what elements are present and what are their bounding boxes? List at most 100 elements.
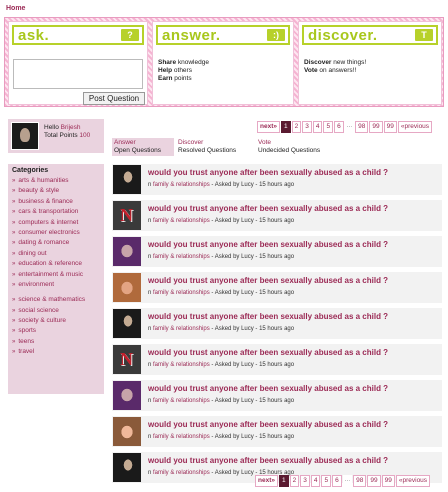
asker-avatar[interactable] (113, 165, 141, 194)
pager-previous-link[interactable]: «previous (395, 475, 431, 487)
question-title-link[interactable]: would you trust anyone after been sexual… (148, 384, 388, 393)
asker-avatar[interactable] (113, 237, 141, 266)
pager-page-link[interactable]: 5 (323, 121, 334, 133)
category-link[interactable]: dining out (12, 249, 104, 259)
question-meta: n family & relationships - Asked by Lucy… (148, 290, 294, 296)
category-link[interactable]: entertainment & music (12, 270, 104, 280)
question-title-link[interactable]: would you trust anyone after been sexual… (148, 456, 388, 465)
question-row: would you trust anyone after been sexual… (112, 164, 442, 195)
category-link[interactable]: arts & humanities (12, 176, 104, 186)
category-link[interactable]: family & relationships (153, 398, 210, 404)
smile-icon: :) (267, 29, 285, 41)
asked-by-text: - Asked by Lucy - 15 hours ago (209, 398, 295, 404)
asker-avatar[interactable] (113, 273, 141, 302)
meta-prefix: n (148, 254, 152, 260)
pager-page-link[interactable]: 2 (291, 121, 302, 133)
category-link[interactable]: science & mathematics (12, 295, 104, 305)
pager-next-link[interactable]: next» (257, 121, 280, 133)
pagination-top: next» 1 2 3 4 5 6... 98 99 99 «previous (257, 121, 433, 133)
asker-avatar[interactable] (113, 381, 141, 410)
pager-page-link[interactable]: 4 (310, 475, 321, 487)
asker-avatar[interactable] (113, 417, 141, 446)
pager-page-link[interactable]: 2 (289, 475, 300, 487)
ask-panel: ask. ? Post Question (8, 21, 148, 105)
question-row: would you trust anyone after been sexual… (112, 416, 442, 447)
category-link[interactable]: family & relationships (153, 362, 210, 368)
pager-page-link[interactable]: 1 (278, 475, 289, 487)
asked-by-text: - Asked by Lucy - 15 hours ago (209, 326, 295, 332)
category-link[interactable]: beauty & style (12, 186, 104, 196)
category-link[interactable]: teens (12, 337, 104, 347)
tab-vote[interactable]: Vote Undecided Questions (256, 138, 340, 156)
pager-page-link[interactable]: 1 (280, 121, 291, 133)
question-meta: n family & relationships - Asked by Lucy… (148, 182, 294, 188)
question-meta: n family & relationships - Asked by Lucy… (148, 434, 294, 440)
category-link[interactable]: family & relationships (153, 254, 210, 260)
question-title-link[interactable]: would you trust anyone after been sexual… (148, 420, 388, 429)
category-link[interactable]: dating & romance (12, 238, 104, 248)
pager-page-link[interactable]: 3 (300, 475, 310, 487)
category-link[interactable]: social science (12, 306, 104, 316)
question-title-link[interactable]: would you trust anyone after been sexual… (148, 312, 388, 321)
question-title-link[interactable]: would you trust anyone after been sexual… (148, 204, 388, 213)
pager-page-link[interactable]: 99 (381, 475, 395, 487)
pager-page-link[interactable]: 6 (334, 121, 344, 133)
pager-page-link[interactable]: 4 (312, 121, 323, 133)
category-link[interactable]: travel (12, 347, 104, 357)
category-link[interactable]: family & relationships (153, 218, 210, 224)
category-link[interactable]: family & relationships (153, 326, 210, 332)
pager-page-link[interactable]: 98 (353, 475, 367, 487)
pager-page-link[interactable]: 5 (321, 475, 332, 487)
asker-avatar[interactable] (113, 453, 141, 482)
asked-by-text: - Asked by Lucy - 15 hours ago (209, 254, 295, 260)
question-icon: ? (121, 29, 139, 41)
pager-page-link[interactable]: 99 (369, 121, 383, 133)
category-link[interactable]: computers & internet (12, 218, 104, 228)
post-question-button[interactable]: Post Question (83, 92, 145, 105)
question-title-link[interactable]: would you trust anyone after been sexual… (148, 168, 388, 177)
asked-by-text: - Asked by Lucy - 15 hours ago (209, 434, 295, 440)
asker-avatar[interactable] (113, 309, 141, 338)
tab-answer[interactable]: Answer Open Questions (112, 138, 174, 156)
category-link[interactable]: family & relationships (153, 470, 210, 476)
pager-page-link[interactable]: 99 (383, 121, 397, 133)
category-link[interactable]: family & relationships (153, 434, 210, 440)
pager-next-link[interactable]: next» (255, 475, 278, 487)
category-link[interactable]: family & relationships (153, 290, 210, 296)
category-link[interactable]: society & culture (12, 316, 104, 326)
question-title-link[interactable]: would you trust anyone after been sexual… (148, 348, 388, 357)
category-link[interactable]: education & reference (12, 259, 104, 269)
category-link[interactable]: sports (12, 326, 104, 336)
pager-previous-link[interactable]: «previous (397, 121, 433, 133)
asked-by-text: - Asked by Lucy - 15 hours ago (209, 182, 295, 188)
avatar[interactable] (11, 122, 39, 150)
question-meta: n family & relationships - Asked by Lucy… (148, 218, 294, 224)
question-meta: n family & relationships - Asked by Lucy… (148, 362, 294, 368)
question-title-link[interactable]: would you trust anyone after been sexual… (148, 240, 388, 249)
question-meta: n family & relationships - Asked by Lucy… (148, 254, 294, 260)
pin-icon: T (415, 29, 433, 41)
discover-description: Discover new things! Vote on answers!! (304, 59, 367, 74)
category-link[interactable]: consumer electronics (12, 228, 104, 238)
question-textarea[interactable] (13, 59, 143, 89)
answer-description: Share knowledge Help others Earn points (158, 59, 209, 82)
category-link[interactable]: environment (12, 280, 104, 290)
pager-page-link[interactable]: 99 (367, 475, 381, 487)
pager-page-link[interactable]: 6 (332, 475, 342, 487)
meta-prefix: n (148, 398, 152, 404)
category-link[interactable]: business & finance (12, 197, 104, 207)
pager-page-link[interactable]: 98 (355, 121, 369, 133)
meta-prefix: n (148, 290, 152, 296)
asker-avatar[interactable] (113, 201, 141, 230)
pager-page-link[interactable]: 3 (302, 121, 312, 133)
asker-avatar[interactable] (113, 345, 141, 374)
question-row: would you trust anyone after been sexual… (112, 380, 442, 411)
username-link[interactable]: Brijesh (61, 124, 81, 131)
question-title-link[interactable]: would you trust anyone after been sexual… (148, 276, 388, 285)
category-link[interactable]: family & relationships (153, 182, 210, 188)
tab-discover[interactable]: Discover Resolved Questions (176, 138, 254, 156)
home-link[interactable]: Home (6, 5, 25, 12)
category-link[interactable]: cars & transportation (12, 207, 104, 217)
pagination-bottom: next» 1 2 3 4 5 6... 98 99 99 «previous (255, 475, 431, 487)
categories-title: Categories (12, 167, 49, 174)
